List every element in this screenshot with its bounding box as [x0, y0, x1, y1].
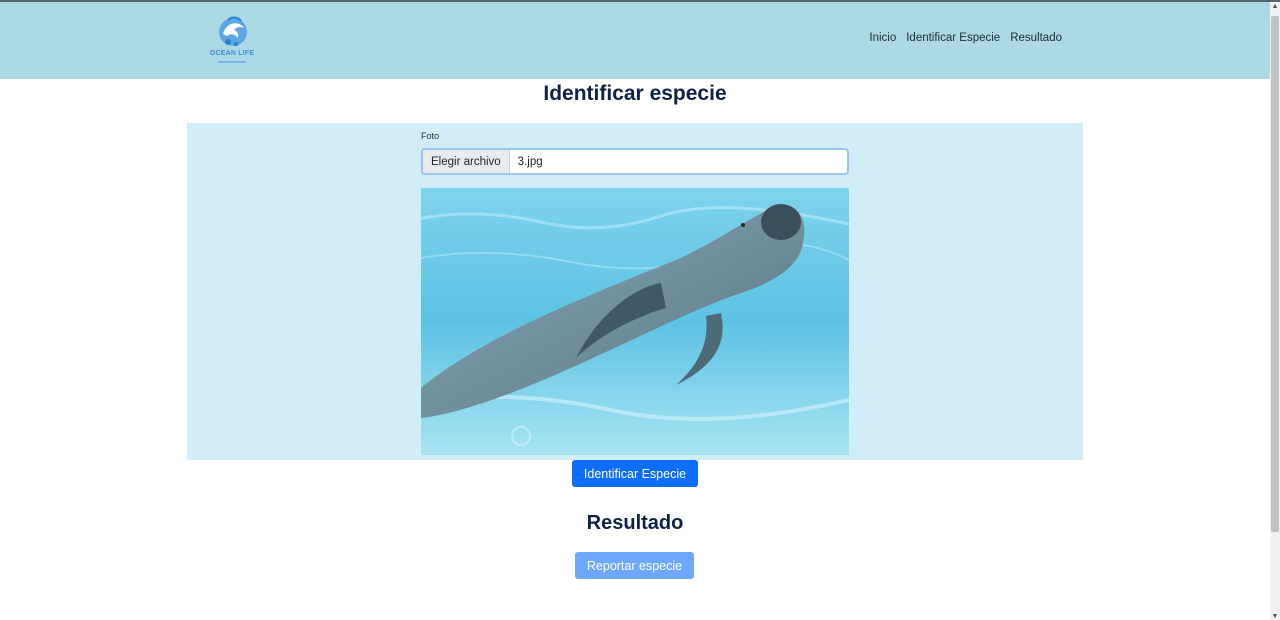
- navbar: OCEAN LIFE Inicio Identificar Especie Re…: [0, 2, 1270, 79]
- choose-file-button[interactable]: Elegir archivo: [423, 150, 510, 173]
- arrow-up-icon[interactable]: ▲: [1270, 2, 1280, 12]
- nav-link-inicio[interactable]: Inicio: [869, 32, 896, 44]
- photo-file-input[interactable]: Elegir archivo 3.jpg: [421, 148, 849, 175]
- scrollbar-thumb[interactable]: [1271, 16, 1279, 532]
- dolphin-photo: [421, 188, 849, 455]
- logo-text: OCEAN LIFE: [209, 50, 255, 57]
- dolphin-logo-icon: [219, 16, 247, 46]
- identify-species-button[interactable]: Identificar Especie: [572, 460, 698, 487]
- selected-file-name: 3.jpg: [517, 155, 543, 168]
- scrollbar[interactable]: ▲ ▼: [1270, 2, 1280, 620]
- browser-viewport: OCEAN LIFE Inicio Identificar Especie Re…: [0, 0, 1280, 620]
- photo-label: Foto: [421, 131, 440, 141]
- arrow-down-icon[interactable]: ▼: [1270, 612, 1280, 620]
- identify-form-card: Foto Elegir archivo 3.jpg: [187, 123, 1083, 460]
- logo-tagline: [218, 61, 246, 63]
- photo-preview-image: [421, 188, 849, 455]
- page-title: Identificar especie: [543, 82, 727, 105]
- nav-menu: Inicio Identificar Especie Resultado: [869, 32, 1062, 44]
- nav-link-identificar-especie[interactable]: Identificar Especie: [906, 32, 1000, 44]
- nav-link-resultado[interactable]: Resultado: [1010, 32, 1062, 44]
- report-species-button[interactable]: Reportar especie: [575, 552, 694, 579]
- result-title: Resultado: [586, 512, 684, 534]
- logo[interactable]: OCEAN LIFE: [206, 14, 258, 66]
